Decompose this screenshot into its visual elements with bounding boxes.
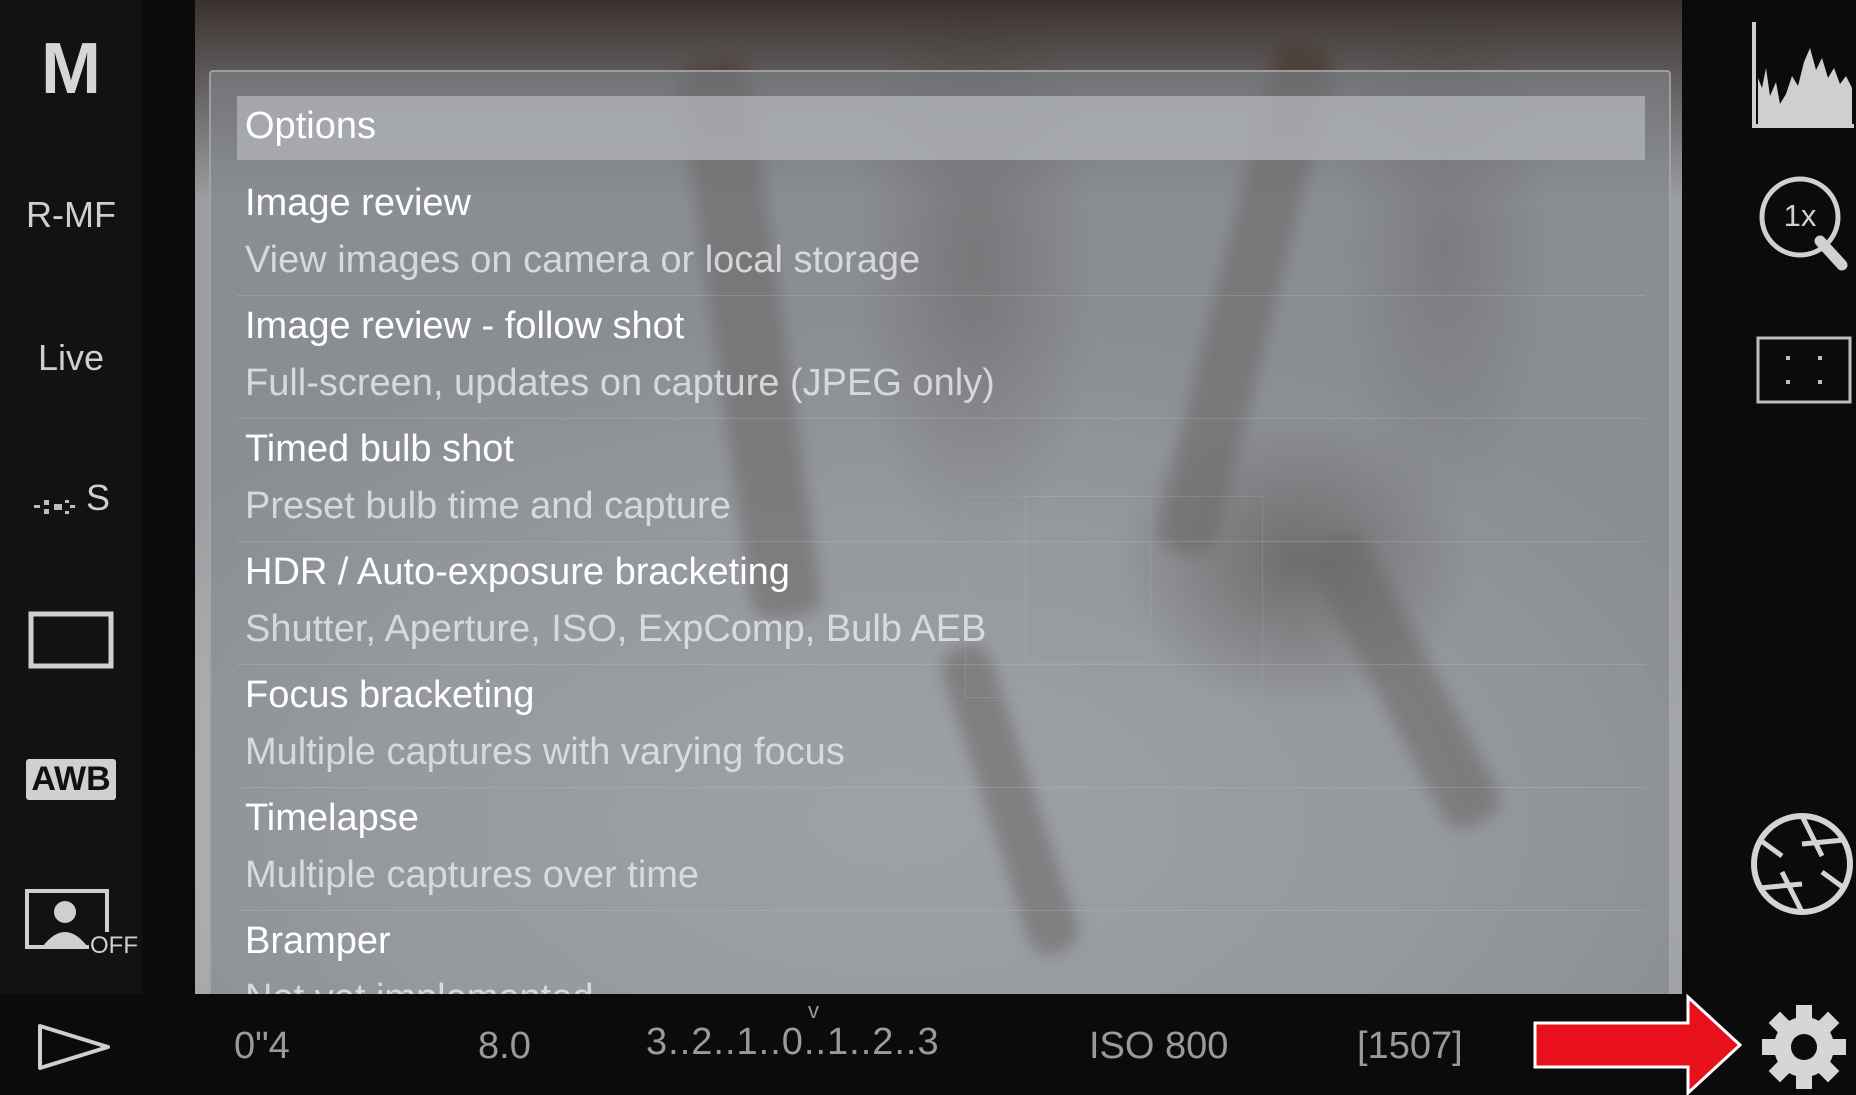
aperture-value[interactable]: 8.0 [478,1025,531,1068]
shutter-speed-value[interactable]: 0"4 [234,1025,290,1068]
menu-item-hdr-bracketing[interactable]: HDR / Auto-exposure bracketing Shutter, … [237,541,1645,665]
settings-button[interactable] [1760,1003,1848,1095]
zoom-magnifier-icon: 1x [1756,173,1856,273]
menu-item-title: Bramper [245,920,391,962]
options-header [237,96,1645,160]
focus-mode-label: R-MF [26,194,116,235]
menu-item-subtitle: Multiple captures over time [245,854,700,896]
options-menu: Options Image review View images on came… [209,70,1671,1036]
histogram-icon [1750,22,1856,134]
zoom-button[interactable]: 1x [1756,173,1856,278]
exposure-compensation-scale[interactable]: 3..2..1..0..1..2..3 [646,1021,940,1064]
menu-item-image-review[interactable]: Image review View images on camera or lo… [237,172,1645,296]
histogram-button[interactable] [1750,18,1856,135]
shooting-mode-label: M [41,29,101,109]
focus-mode-button[interactable]: R-MF [0,194,142,236]
menu-item-image-review-follow-shot[interactable]: Image review - follow shot Full-screen, … [237,295,1645,419]
menu-item-timed-bulb-shot[interactable]: Timed bulb shot Preset bulb time and cap… [237,418,1645,542]
menu-item-title: Timed bulb shot [245,428,514,470]
menu-item-title: Timelapse [245,797,419,839]
drive-mode-label: S [86,477,111,518]
live-view-label: Live [37,337,105,378]
camera-app: M R-MF Live S AWB OFF Options Image revi… [0,0,1856,1095]
gear-icon [1760,1005,1848,1095]
aspect-ratio-icon [27,610,115,675]
menu-item-title: Focus bracketing [245,674,535,716]
face-detect-state: OFF [89,932,139,960]
exposure-marker: v [808,998,819,1023]
af-area-icon [1756,336,1852,408]
menu-item-subtitle: View images on camera or local storage [245,239,921,281]
menu-item-title: Image review [245,182,471,224]
left-toolbar: M R-MF Live S AWB OFF [0,0,142,994]
white-balance-badge: AWB [26,759,116,800]
menu-item-subtitle: Multiple captures with varying focus [245,731,845,773]
face-detect-icon: OFF [21,888,139,960]
aspect-ratio-button[interactable] [0,610,142,675]
menu-item-title: Image review - follow shot [245,305,685,347]
white-balance-button[interactable]: AWB [0,759,142,800]
shutter-aperture-icon [1748,813,1856,922]
shots-remaining: [1507] [1357,1025,1463,1067]
options-title: Options [245,105,376,147]
face-detect-button[interactable]: OFF [0,888,142,963]
live-view-button[interactable]: Live [0,337,142,379]
menu-item-subtitle: Preset bulb time and capture [245,485,731,527]
menu-item-timelapse[interactable]: Timelapse Multiple captures over time [237,787,1645,911]
iso-value[interactable]: ISO 800 [1089,1025,1228,1068]
play-icon [36,1024,114,1076]
menu-item-subtitle: Full-screen, updates on capture (JPEG on… [245,362,995,404]
play-button[interactable] [36,1022,114,1077]
capture-button[interactable] [1748,810,1856,923]
menu-item-title: HDR / Auto-exposure bracketing [245,551,790,593]
af-area-button[interactable] [1756,336,1852,409]
menu-item-subtitle: Shutter, Aperture, ISO, ExpComp, Bulb AE… [245,608,987,650]
red-arrow-icon [1532,993,1744,1095]
annotation-arrow [1532,993,1744,1095]
drive-mode-button[interactable]: S [0,477,142,519]
shooting-mode-button[interactable]: M [0,28,142,110]
menu-item-focus-bracketing[interactable]: Focus bracketing Multiple captures with … [237,664,1645,788]
continuous-shooting-icon [32,487,76,515]
zoom-level-label: 1x [1783,198,1817,233]
